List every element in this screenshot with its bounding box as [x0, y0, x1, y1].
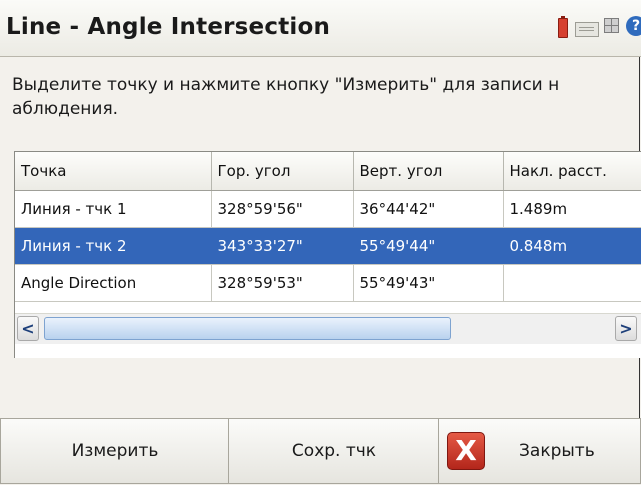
close-icon: X [447, 432, 485, 470]
battery-icon[interactable] [558, 16, 568, 38]
cell-horizontal-angle: 328°59'53" [211, 264, 354, 302]
column-header-slope-distance[interactable]: Накл. расст. [503, 152, 641, 191]
button-bar: Измерить Сохр. тчк X Закрыть [0, 418, 641, 485]
cell-vertical-angle: 55°49'43" [353, 264, 504, 302]
help-icon[interactable]: ? [626, 16, 641, 36]
cell-point: Линия - тчк 2 [15, 227, 212, 265]
scroll-left-icon[interactable]: < [17, 316, 39, 341]
title-bar: Line - Angle Intersection ? [0, 0, 641, 57]
grid-icon[interactable] [604, 18, 619, 33]
cell-horizontal-angle: 328°59'56" [211, 190, 354, 228]
close-button-label: Закрыть [519, 441, 595, 461]
table-row[interactable]: Angle Direction 328°59'53" 55°49'43" [15, 264, 641, 302]
save-point-button[interactable]: Сохр. тчк [228, 418, 440, 484]
cell-point: Линия - тчк 1 [15, 190, 212, 228]
keyboard-icon[interactable] [575, 22, 599, 37]
cell-point: Angle Direction [15, 264, 212, 302]
column-header-horizontal-angle[interactable]: Гор. угол [211, 152, 354, 191]
table-header-row: Точка Гор. угол Верт. угол Накл. расст. [15, 152, 641, 191]
instruction-text: Выделите точку и нажмите кнопку "Измерит… [12, 75, 560, 119]
table-row[interactable]: Линия - тчк 1 328°59'56" 36°44'42" 1.489… [15, 190, 641, 228]
cell-slope-distance: 0.848m [503, 227, 641, 265]
close-button[interactable]: X Закрыть [438, 418, 641, 484]
cell-slope-distance [503, 264, 641, 302]
horizontal-scrollbar[interactable]: < > [15, 313, 641, 344]
column-header-vertical-angle[interactable]: Верт. угол [353, 152, 504, 191]
measure-button-label: Измерить [71, 441, 159, 461]
table-row-selected[interactable]: Линия - тчк 2 343°33'27" 55°49'44" 0.848… [15, 227, 641, 265]
cell-vertical-angle: 36°44'42" [353, 190, 504, 228]
window-title: Line - Angle Intersection [6, 14, 331, 40]
save-point-button-label: Сохр. тчк [291, 441, 377, 461]
measure-button[interactable]: Измерить [0, 418, 230, 484]
cell-horizontal-angle: 343°33'27" [211, 227, 354, 265]
scroll-right-icon[interactable]: > [615, 316, 637, 341]
scrollbar-thumb[interactable] [44, 317, 451, 340]
cell-vertical-angle: 55°49'44" [353, 227, 504, 265]
cell-slope-distance: 1.489m [503, 190, 641, 228]
column-header-point[interactable]: Точка [15, 152, 212, 191]
